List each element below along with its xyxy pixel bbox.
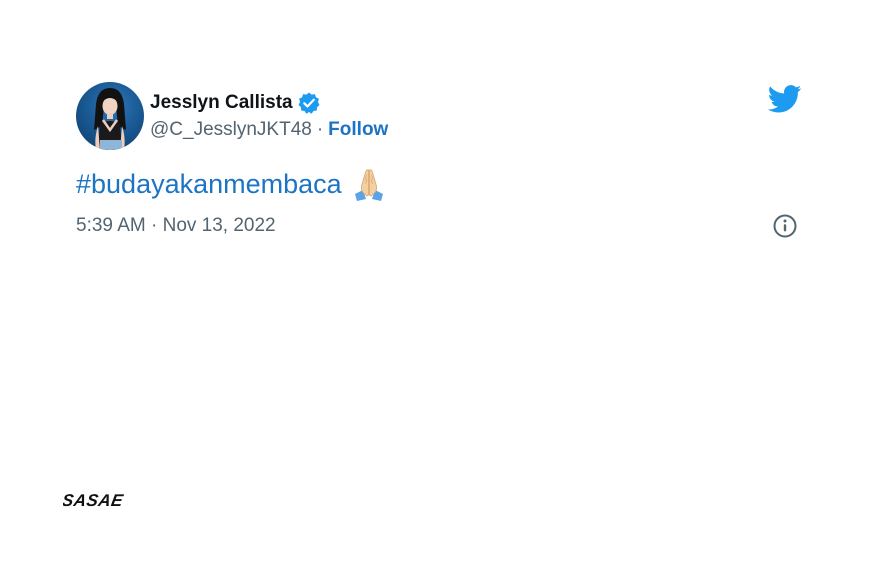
hashtag-link[interactable]: #budayakanmembaca (76, 166, 342, 202)
author-identity: Jesslyn Callista @C_JesslynJKT48 · Follo… (150, 82, 388, 143)
tweet-timestamp[interactable]: 5:39 AM · Nov 13, 2022 (76, 212, 276, 240)
avatar[interactable] (76, 82, 144, 150)
name-row: Jesslyn Callista (150, 92, 388, 114)
follow-link[interactable]: Follow (328, 117, 388, 143)
tweet-header: Jesslyn Callista @C_JesslynJKT48 · Follo… (76, 82, 802, 150)
brand-logo-text: SASAE (63, 490, 125, 510)
separator-dot: · (316, 119, 324, 140)
verified-badge-icon (297, 91, 321, 115)
tweet-embed: Jesslyn Callista @C_JesslynJKT48 · Follo… (76, 82, 802, 242)
folded-hands-icon (351, 166, 387, 202)
twitter-bird-icon[interactable] (767, 85, 802, 113)
author-handle[interactable]: @C_JesslynJKT48 (150, 117, 312, 143)
brand-logo: SASAE (60, 490, 149, 510)
handle-row: @C_JesslynJKT48 · Follow (150, 117, 388, 143)
tweet-text: #budayakanmembaca (76, 166, 387, 202)
author-display-name[interactable]: Jesslyn Callista (150, 92, 293, 114)
info-icon[interactable] (772, 213, 798, 239)
page: Jesslyn Callista @C_JesslynJKT48 · Follo… (0, 0, 875, 563)
